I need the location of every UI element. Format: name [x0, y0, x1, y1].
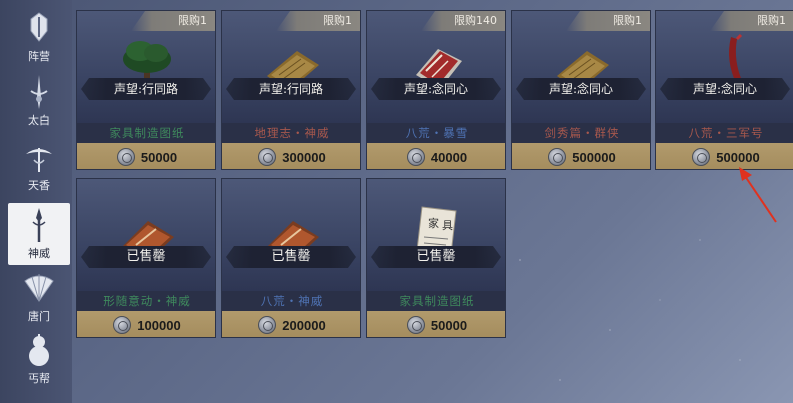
annotation-arrow	[739, 167, 777, 223]
